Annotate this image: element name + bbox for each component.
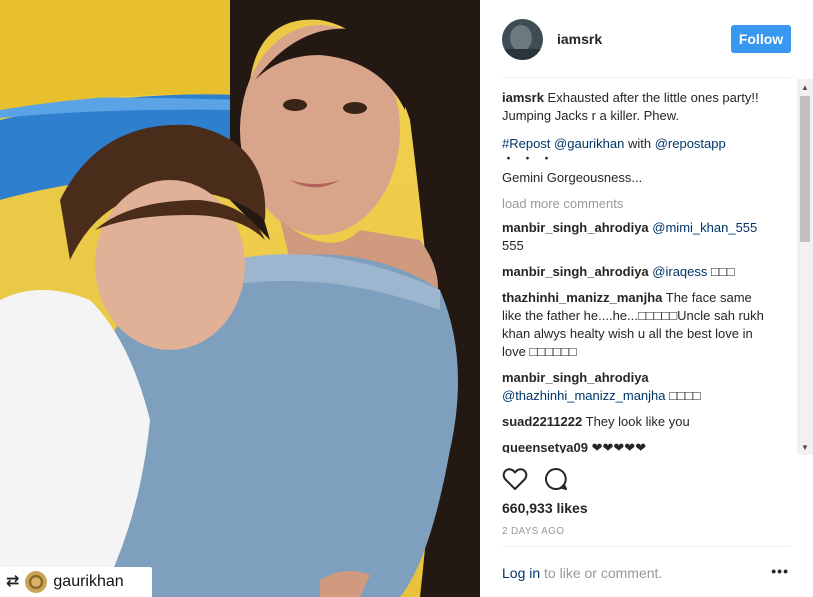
- caption-dots: ・・・: [502, 151, 560, 166]
- caption-username[interactable]: iamsrk: [502, 90, 544, 105]
- post-header: iamsrk Follow: [480, 0, 813, 78]
- comment-username[interactable]: manbir_singh_ahrodiya: [502, 264, 649, 279]
- repost-avatar: [25, 571, 48, 593]
- list-item: manbir_singh_ahrodiya @thazhinhi_manizz_…: [502, 369, 774, 405]
- post-view: ⇄ gaurikhan iamsrk Follow iamsrk Exhaust…: [0, 0, 813, 597]
- scroll-up-arrow-icon[interactable]: ▲: [797, 79, 813, 95]
- follow-button[interactable]: Follow: [731, 25, 791, 53]
- comment-mention[interactable]: @iraqess: [652, 264, 707, 279]
- login-prompt: Log in to like or comment.: [502, 565, 662, 581]
- list-item: suad2211222 They look like you: [502, 413, 774, 431]
- post-username[interactable]: iamsrk: [557, 31, 602, 47]
- comment-username[interactable]: thazhinhi_manizz_manjha: [502, 290, 662, 305]
- repost-user-link[interactable]: @gaurikhan: [554, 136, 624, 151]
- repost-tag[interactable]: ⇄ gaurikhan: [0, 567, 152, 597]
- likes-count[interactable]: 660,933 likes: [502, 500, 588, 516]
- login-link[interactable]: Log in: [502, 565, 540, 581]
- post-sidebar: iamsrk Follow iamsrk Exhausted after the…: [480, 0, 813, 597]
- comment-username[interactable]: manbir_singh_ahrodiya: [502, 220, 649, 235]
- comment-text: 555: [502, 238, 524, 253]
- comment-text: □□□□: [669, 388, 701, 403]
- post-timestamp[interactable]: 2 DAYS AGO: [502, 526, 564, 537]
- scrollbar-thumb[interactable]: [800, 96, 810, 242]
- footer-divider: [502, 546, 791, 547]
- action-bar: [502, 464, 568, 494]
- comment-mention[interactable]: @thazhinhi_manizz_manjha: [502, 388, 666, 403]
- comment-username[interactable]: queensetya09: [502, 440, 588, 453]
- comments-list: iamsrk Exhausted after the little ones p…: [502, 89, 774, 453]
- photo-illustration: [0, 0, 480, 597]
- repost-icon: ⇄: [6, 573, 20, 590]
- list-item: manbir_singh_ahrodiya @iraqess □□□: [502, 263, 774, 281]
- comment-bubble-icon[interactable]: [544, 467, 568, 491]
- caption-quote: Gemini Gorgeousness...: [502, 170, 643, 185]
- repost-app-link[interactable]: @repostapp: [655, 136, 726, 151]
- more-options-icon[interactable]: •••: [771, 563, 789, 579]
- repost-with-text: with: [627, 136, 652, 151]
- comment-text: ❤❤❤❤❤: [591, 440, 647, 453]
- caption: iamsrk Exhausted after the little ones p…: [502, 89, 774, 125]
- avatar[interactable]: [502, 18, 543, 60]
- list-item: queensetya09 ❤❤❤❤❤: [502, 439, 774, 453]
- comment-text: □□□: [711, 264, 735, 279]
- list-item: manbir_singh_ahrodiya @mimi_khan_555 555: [502, 219, 774, 255]
- comment-username[interactable]: suad2211222: [502, 414, 582, 429]
- header-divider: [502, 77, 791, 78]
- comment-text: They look like you: [585, 414, 690, 429]
- list-item: thazhinhi_manizz_manjha The face same li…: [502, 289, 774, 361]
- heart-icon[interactable]: [502, 467, 528, 491]
- comments-scrollbar[interactable]: ▲ ▼: [797, 79, 813, 455]
- repost-hashtag[interactable]: #Repost: [502, 136, 550, 151]
- post-photo[interactable]: ⇄ gaurikhan: [0, 0, 480, 597]
- repost-username: gaurikhan: [53, 573, 124, 590]
- login-prompt-text: to like or comment.: [540, 565, 663, 581]
- comment-mention[interactable]: @mimi_khan_555: [652, 220, 757, 235]
- load-more-comments-link[interactable]: load more comments: [502, 195, 774, 213]
- comment-username[interactable]: manbir_singh_ahrodiya: [502, 370, 649, 385]
- scroll-down-arrow-icon[interactable]: ▼: [797, 439, 813, 455]
